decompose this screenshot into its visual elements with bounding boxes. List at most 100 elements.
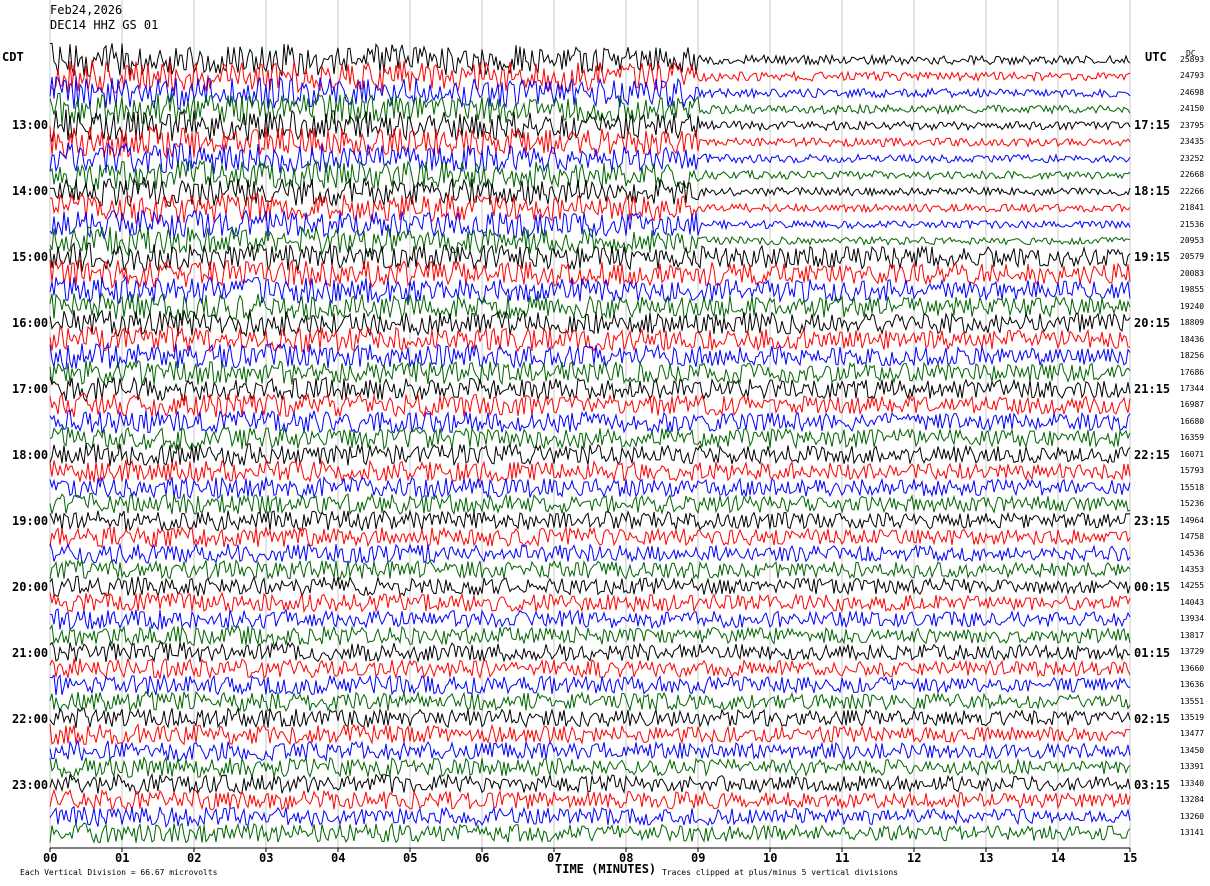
- left-time-label: 14:00: [12, 184, 49, 198]
- dc-offset-label: 13551: [1180, 696, 1205, 706]
- dc-offset-label: 16680: [1180, 416, 1205, 426]
- dc-offset-label: 15518: [1180, 482, 1205, 492]
- dc-offset-label: 24698: [1180, 87, 1205, 97]
- dc-offset-label: 20579: [1180, 252, 1205, 262]
- dc-offset-label: 23435: [1180, 137, 1205, 147]
- left-time-label: 21:00: [12, 646, 49, 660]
- dc-offset-label: 15236: [1180, 499, 1205, 509]
- trace-48: [49, 822, 1131, 844]
- dc-offset-label: 24150: [1180, 104, 1205, 114]
- left-time-label: 19:00: [12, 514, 49, 528]
- right-axis-title: UTC: [1145, 50, 1167, 64]
- dc-offset-label: 13141: [1180, 828, 1205, 838]
- x-axis-title: TIME (MINUTES): [555, 862, 657, 876]
- x-tick-label: 06: [475, 851, 490, 865]
- dc-offset-label: 17686: [1180, 367, 1205, 377]
- dc-offset-label: 14964: [1180, 515, 1205, 525]
- dc-offset-label: 13934: [1180, 614, 1205, 624]
- trace-6: [49, 125, 1131, 160]
- dc-offset-label: 14758: [1180, 532, 1205, 542]
- dc-offset-label: 14536: [1180, 548, 1205, 558]
- dc-offset-label: 22266: [1180, 186, 1205, 196]
- trace-5: [49, 109, 1131, 143]
- trace-1: [49, 42, 1131, 78]
- dc-offset-label: 21536: [1180, 219, 1205, 229]
- dc-offset-label: 15793: [1180, 466, 1205, 476]
- left-time-label: 20:00: [12, 580, 49, 594]
- x-axis-ticks: [49, 848, 1131, 852]
- x-tick-label: 15: [1123, 851, 1138, 865]
- dc-offset-label: 19855: [1180, 285, 1205, 295]
- dc-offset-label: 18809: [1180, 318, 1205, 328]
- trace-46: [49, 788, 1131, 812]
- seismic-traces: [49, 42, 1131, 844]
- dc-offset-label: 16359: [1180, 433, 1205, 443]
- trace-13: [49, 242, 1131, 272]
- trace-8: [49, 159, 1131, 192]
- left-axis-title: CDT: [2, 50, 24, 64]
- dc-offset-label: 20953: [1180, 235, 1205, 245]
- trace-10: [49, 193, 1131, 225]
- trace-11: [49, 209, 1131, 240]
- right-time-label: 17:15: [1134, 118, 1171, 132]
- x-tick-label: 14: [1051, 851, 1066, 865]
- dc-offset-label: 23795: [1180, 120, 1205, 130]
- trace-43: [49, 738, 1131, 763]
- dc-offset-label: 14255: [1180, 581, 1205, 591]
- trace-36: [49, 623, 1131, 647]
- trace-32: [49, 558, 1131, 581]
- dc-offset-label: 13284: [1180, 795, 1205, 805]
- dc-offset-label: 20083: [1180, 268, 1205, 278]
- dc-offset-label: 16071: [1180, 449, 1205, 459]
- trace-7: [49, 142, 1131, 175]
- trace-28: [49, 492, 1131, 516]
- x-tick-label: 03: [259, 851, 274, 865]
- header-date: Feb24,2026: [50, 3, 123, 17]
- right-time-label: 00:15: [1134, 580, 1171, 594]
- dc-offset-label: 16987: [1180, 400, 1205, 410]
- x-tick-label: 09: [691, 851, 706, 865]
- dc-offset-label: 23252: [1180, 153, 1205, 163]
- dc-offset-label: 18256: [1180, 351, 1205, 361]
- dc-offset-label: 24793: [1180, 71, 1205, 81]
- right-time-label: 01:15: [1134, 646, 1171, 660]
- right-time-label: 02:15: [1134, 712, 1171, 726]
- right-time-label: 20:15: [1134, 316, 1171, 330]
- right-time-label: 19:15: [1134, 250, 1171, 264]
- trace-41: [49, 707, 1131, 729]
- trace-31: [49, 542, 1131, 566]
- seismogram-plot: [49, 0, 1131, 852]
- left-time-label: 23:00: [12, 778, 49, 792]
- dc-offset-label: 14353: [1180, 564, 1205, 574]
- dc-offset-label: 22668: [1180, 170, 1205, 180]
- right-time-label: 21:15: [1134, 382, 1171, 396]
- left-time-label: 16:00: [12, 316, 49, 330]
- dc-offset-label: 17344: [1180, 384, 1205, 393]
- right-time-label: 03:15: [1134, 778, 1171, 792]
- dc-offset-label: 21841: [1180, 203, 1205, 213]
- right-time-label: 18:15: [1134, 184, 1171, 198]
- x-tick-label: 12: [907, 851, 922, 865]
- left-time-label: 17:00: [12, 382, 49, 396]
- dc-offset-label: 18436: [1180, 334, 1205, 344]
- trace-23: [49, 410, 1131, 434]
- x-tick-label: 10: [763, 851, 778, 865]
- x-tick-label: 01: [115, 851, 130, 865]
- trace-45: [49, 772, 1131, 795]
- trace-42: [49, 722, 1131, 746]
- dc-offset-label: 13340: [1180, 778, 1205, 788]
- dc-offset-label: 13391: [1180, 762, 1205, 772]
- x-tick-label: 02: [187, 851, 202, 865]
- trace-21: [49, 376, 1131, 403]
- vertical-division-note: Each Vertical Division = 66.67 microvolt…: [20, 868, 218, 877]
- dc-offset-label: 19240: [1180, 301, 1205, 311]
- dc-offset-label: 13519: [1180, 713, 1205, 722]
- dc-offset-label: 13477: [1180, 729, 1205, 739]
- dc-offset-label: 13817: [1180, 630, 1205, 640]
- dc-offset-label: 13636: [1180, 680, 1205, 690]
- dc-offset-label: 13660: [1180, 663, 1205, 673]
- trace-9: [49, 176, 1131, 208]
- x-tick-label: 04: [331, 851, 346, 865]
- trace-25: [49, 442, 1131, 468]
- trace-34: [49, 591, 1131, 614]
